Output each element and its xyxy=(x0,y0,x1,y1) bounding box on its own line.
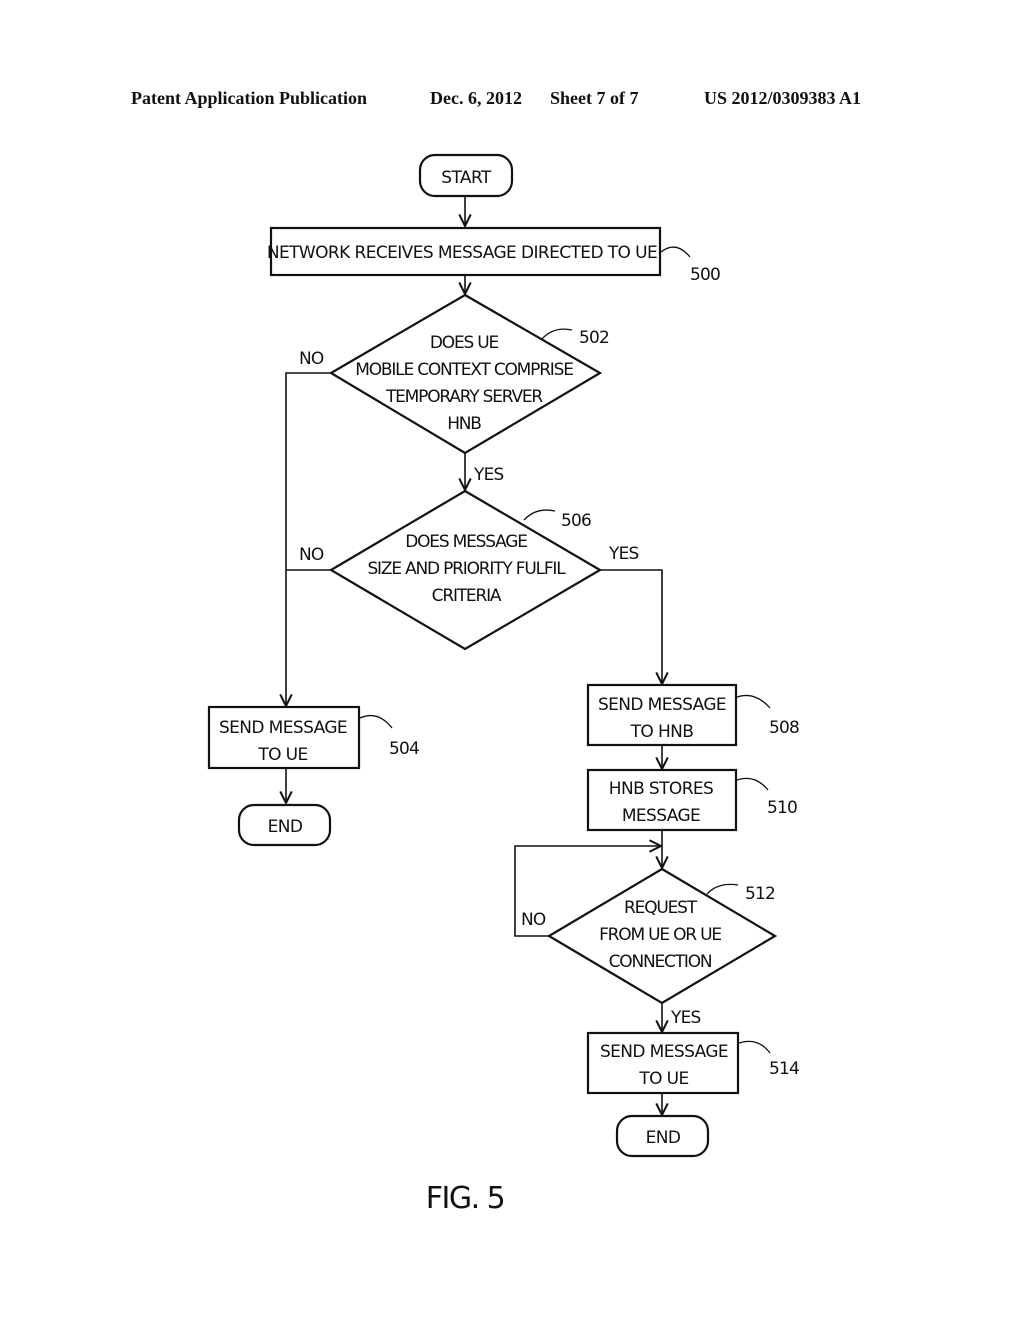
node-end-left: END xyxy=(237,803,332,847)
node-start: START xyxy=(418,153,514,198)
node-502-ref: 502 xyxy=(579,328,609,348)
node-510: HNB STORES MESSAGE 510 xyxy=(586,768,798,832)
edge-label-502-yes: YES xyxy=(473,465,504,485)
node-500-label: NETWORK RECEIVES MESSAGE DIRECTED TO UE xyxy=(267,243,657,263)
node-502: DOES UE MOBILE CONTEXT COMPRISE TEMPORAR… xyxy=(299,293,610,485)
reference-leader xyxy=(738,1040,771,1054)
node-508-ref: 508 xyxy=(769,718,799,738)
reference-leader xyxy=(736,777,769,791)
node-510-ref: 510 xyxy=(767,798,797,818)
node-514: SEND MESSAGE TO UE 514 xyxy=(586,1031,800,1095)
node-512-line-1: REQUEST xyxy=(624,898,698,918)
node-500-ref: 500 xyxy=(690,265,720,285)
node-508: SEND MESSAGE TO HNB 508 xyxy=(586,683,800,747)
node-end-right: END xyxy=(615,1114,710,1158)
node-508-line-1: SEND MESSAGE xyxy=(598,695,726,715)
node-506-line-2: SIZE AND PRIORITY FULFIL xyxy=(367,559,566,579)
node-504-ref: 504 xyxy=(389,739,419,759)
node-end-left-label: END xyxy=(268,817,303,837)
node-514-ref: 514 xyxy=(769,1059,799,1079)
node-506-ref: 506 xyxy=(561,511,591,531)
reference-leader xyxy=(359,714,393,729)
edge-label-512-yes: YES xyxy=(670,1008,701,1028)
reference-leader xyxy=(540,328,573,341)
node-506-line-1: DOES MESSAGE xyxy=(405,532,527,552)
edge-label-512-no: NO xyxy=(521,910,546,930)
node-502-line-4: HNB xyxy=(447,414,481,434)
reference-leader xyxy=(706,883,739,895)
reference-leader xyxy=(660,246,691,258)
node-514-line-2: TO UE xyxy=(638,1069,688,1089)
node-502-line-2: MOBILE CONTEXT COMPRISE xyxy=(355,360,573,380)
edge-502-504-no xyxy=(286,372,331,706)
edge-label-502-no: NO xyxy=(299,349,324,369)
node-506: DOES MESSAGE SIZE AND PRIORITY FULFIL CR… xyxy=(299,489,639,651)
node-500: NETWORK RECEIVES MESSAGE DIRECTED TO UE … xyxy=(267,226,721,285)
edge-label-506-yes: YES xyxy=(608,544,639,564)
node-510-line-2: MESSAGE xyxy=(622,806,700,826)
node-start-label: START xyxy=(441,168,492,188)
node-504-line-2: TO UE xyxy=(257,745,307,765)
flowchart: START NETWORK RECEIVES MESSAGE DIRECTED … xyxy=(207,153,800,1216)
node-end-right-label: END xyxy=(646,1128,681,1148)
figure-label: FIG. 5 xyxy=(426,1181,505,1216)
reference-leader xyxy=(736,694,771,709)
node-510-line-1: HNB STORES xyxy=(609,779,713,799)
edge-label-506-no: NO xyxy=(299,545,324,565)
reference-leader xyxy=(523,509,556,521)
node-512-line-3: CONNECTION xyxy=(609,952,712,972)
edge-506-508-yes xyxy=(600,569,662,684)
node-512-ref: 512 xyxy=(745,884,775,904)
node-512-line-2: FROM UE OR UE xyxy=(599,925,721,945)
node-502-line-3: TEMPORARY SERVER xyxy=(385,387,543,407)
node-508-line-2: TO HNB xyxy=(630,722,694,742)
node-502-line-1: DOES UE xyxy=(430,333,499,353)
node-504-line-1: SEND MESSAGE xyxy=(219,718,347,738)
node-506-line-3: CRITERIA xyxy=(432,586,502,606)
node-514-line-1: SEND MESSAGE xyxy=(600,1042,728,1062)
node-512: REQUEST FROM UE OR UE CONNECTION 512 NO … xyxy=(521,867,778,1028)
node-504: SEND MESSAGE TO UE 504 xyxy=(207,705,420,770)
